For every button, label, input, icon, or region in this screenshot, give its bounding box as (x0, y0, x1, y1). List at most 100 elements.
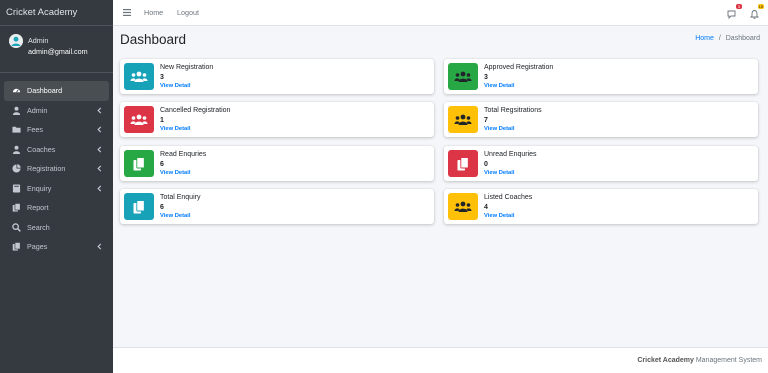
breadcrumb: Home / Dashboard (695, 35, 760, 42)
bell-icon (749, 10, 760, 19)
users-icon (448, 193, 478, 220)
sidebar-nav: Dashboard Admin Fees Coaches Registratio… (0, 81, 113, 257)
breadcrumb-current: Dashboard (725, 35, 760, 42)
copy-icon (12, 242, 21, 251)
user-avatar-icon (9, 34, 23, 48)
info-box-number: 1 (160, 117, 164, 124)
info-box-title: Total Enquiry (160, 194, 201, 201)
brand-link[interactable]: Cricket Academy (0, 0, 113, 26)
copy-icon (12, 203, 21, 212)
bars-icon[interactable] (123, 9, 131, 16)
info-box-title: Approved Registration (484, 64, 554, 71)
avatar[interactable] (9, 34, 23, 48)
nav-link-logout[interactable]: Logout (177, 8, 199, 17)
chevron-left-icon (97, 184, 102, 192)
view-detail-link[interactable]: View Detail (160, 126, 191, 132)
info-box-new-registration: New Registration 3 View Detail (120, 59, 434, 94)
info-box-number: 0 (484, 161, 488, 168)
search-icon (12, 222, 21, 232)
sidebar-item-enquiry[interactable]: Enquiry (4, 179, 109, 199)
book-icon (12, 184, 21, 193)
footer: Cricket Academy Management System (113, 347, 768, 373)
copy-icon (448, 150, 478, 177)
info-box-read-enquiries: Read Enquries 6 View Detail (120, 146, 434, 181)
users-icon (124, 63, 154, 90)
info-box-approved-registration: Approved Registration 3 View Detail (444, 59, 758, 94)
comments-icon (727, 10, 736, 20)
info-box-title: Read Enquries (160, 151, 207, 158)
sidebar-item-label: Fees (27, 125, 43, 135)
messages-button[interactable]: 3 (727, 4, 742, 20)
breadcrumb-separator: / (718, 35, 721, 42)
info-box-total-registrations: Total Regsitrations 7 View Detail (444, 102, 758, 137)
top-navbar: Home Logout 3 15 (113, 0, 768, 26)
view-detail-link[interactable]: View Detail (484, 170, 515, 176)
user-panel: Admin admin@gmail.com (0, 26, 113, 73)
chevron-left-icon (97, 126, 102, 133)
sidebar-item-admin[interactable]: Admin (4, 101, 109, 121)
sidebar-item-coaches[interactable]: Coaches (4, 140, 109, 160)
info-box-number: 7 (484, 117, 488, 124)
chevron-left-icon (97, 165, 102, 172)
sidebar-item-pages[interactable]: Pages (4, 237, 109, 257)
info-box-unread-enquiries: Unread Enquries 0 View Detail (444, 146, 758, 181)
view-detail-link[interactable]: View Detail (484, 126, 515, 132)
sidebar-item-registration[interactable]: Registration (4, 159, 109, 179)
user-icon (12, 145, 21, 154)
footer-brand[interactable]: Cricket Academy (637, 357, 694, 364)
info-box-title: Cancelled Registration (160, 107, 231, 114)
user-email[interactable]: admin@gmail.com (28, 47, 88, 56)
chevron-left-icon (97, 243, 102, 250)
sidebar-item-label: Admin (27, 105, 48, 115)
chevron-left-icon (97, 145, 102, 153)
messages-badge: 3 (736, 4, 742, 9)
sidebar-item-label: Dashboard (27, 86, 63, 96)
info-box-number: 6 (160, 204, 164, 211)
pie-chart-icon (12, 164, 21, 173)
view-detail-link[interactable]: View Detail (484, 83, 515, 89)
view-detail-link[interactable]: View Detail (160, 83, 191, 89)
info-box-number: 3 (484, 74, 488, 81)
footer-label: Management System (695, 357, 762, 364)
info-box-title: New Registration (160, 64, 214, 71)
sidebar-item-label: Pages (27, 242, 48, 252)
users-icon (448, 63, 478, 90)
view-detail-link[interactable]: View Detail (484, 213, 515, 219)
info-box-cancelled-registration: Cancelled Registration 1 View Detail (120, 102, 434, 137)
page-title: Dashboard (120, 32, 187, 47)
user-name[interactable]: Admin (28, 36, 48, 45)
sidebar-item-fees[interactable]: Fees (4, 120, 109, 140)
notifications-badge: 15 (757, 4, 764, 9)
folder-icon (12, 125, 21, 134)
sidebar-item-report[interactable]: Report (4, 198, 109, 218)
notifications-button[interactable]: 15 (749, 4, 764, 19)
info-box-listed-coaches: Listed Coaches 4 View Detail (444, 189, 758, 224)
sidebar-item-label: Report (27, 203, 49, 213)
nav-link-home[interactable]: Home (144, 8, 163, 17)
users-icon (448, 106, 478, 133)
info-box-title: Unread Enquries (484, 151, 537, 158)
info-box-title: Total Regsitrations (484, 107, 542, 114)
copy-icon (124, 193, 154, 220)
info-box-number: 6 (160, 161, 164, 168)
user-icon (12, 106, 21, 115)
sidebar: Cricket Academy Admin admin@gmail.com Da… (0, 0, 113, 373)
users-icon (124, 106, 154, 133)
view-detail-link[interactable]: View Detail (160, 170, 191, 176)
sidebar-item-label: Search (27, 222, 50, 232)
sidebar-item-label: Coaches (27, 144, 56, 154)
sidebar-item-dashboard[interactable]: Dashboard (4, 81, 109, 101)
tachometer-icon (12, 86, 21, 95)
info-box-number: 3 (160, 74, 164, 81)
chevron-left-icon (97, 106, 102, 114)
info-box-total-enquiry: Total Enquiry 6 View Detail (120, 189, 434, 224)
footer-text: Cricket Academy Management System (637, 357, 762, 364)
view-detail-link[interactable]: View Detail (160, 213, 191, 219)
copy-icon (124, 150, 154, 177)
sidebar-item-search[interactable]: Search (4, 218, 109, 238)
sidebar-item-label: Registration (27, 164, 66, 174)
info-box-number: 4 (484, 204, 488, 211)
breadcrumb-home-link[interactable]: Home (695, 35, 714, 42)
sidebar-item-label: Enquiry (27, 183, 52, 193)
info-box-title: Listed Coaches (484, 194, 533, 201)
